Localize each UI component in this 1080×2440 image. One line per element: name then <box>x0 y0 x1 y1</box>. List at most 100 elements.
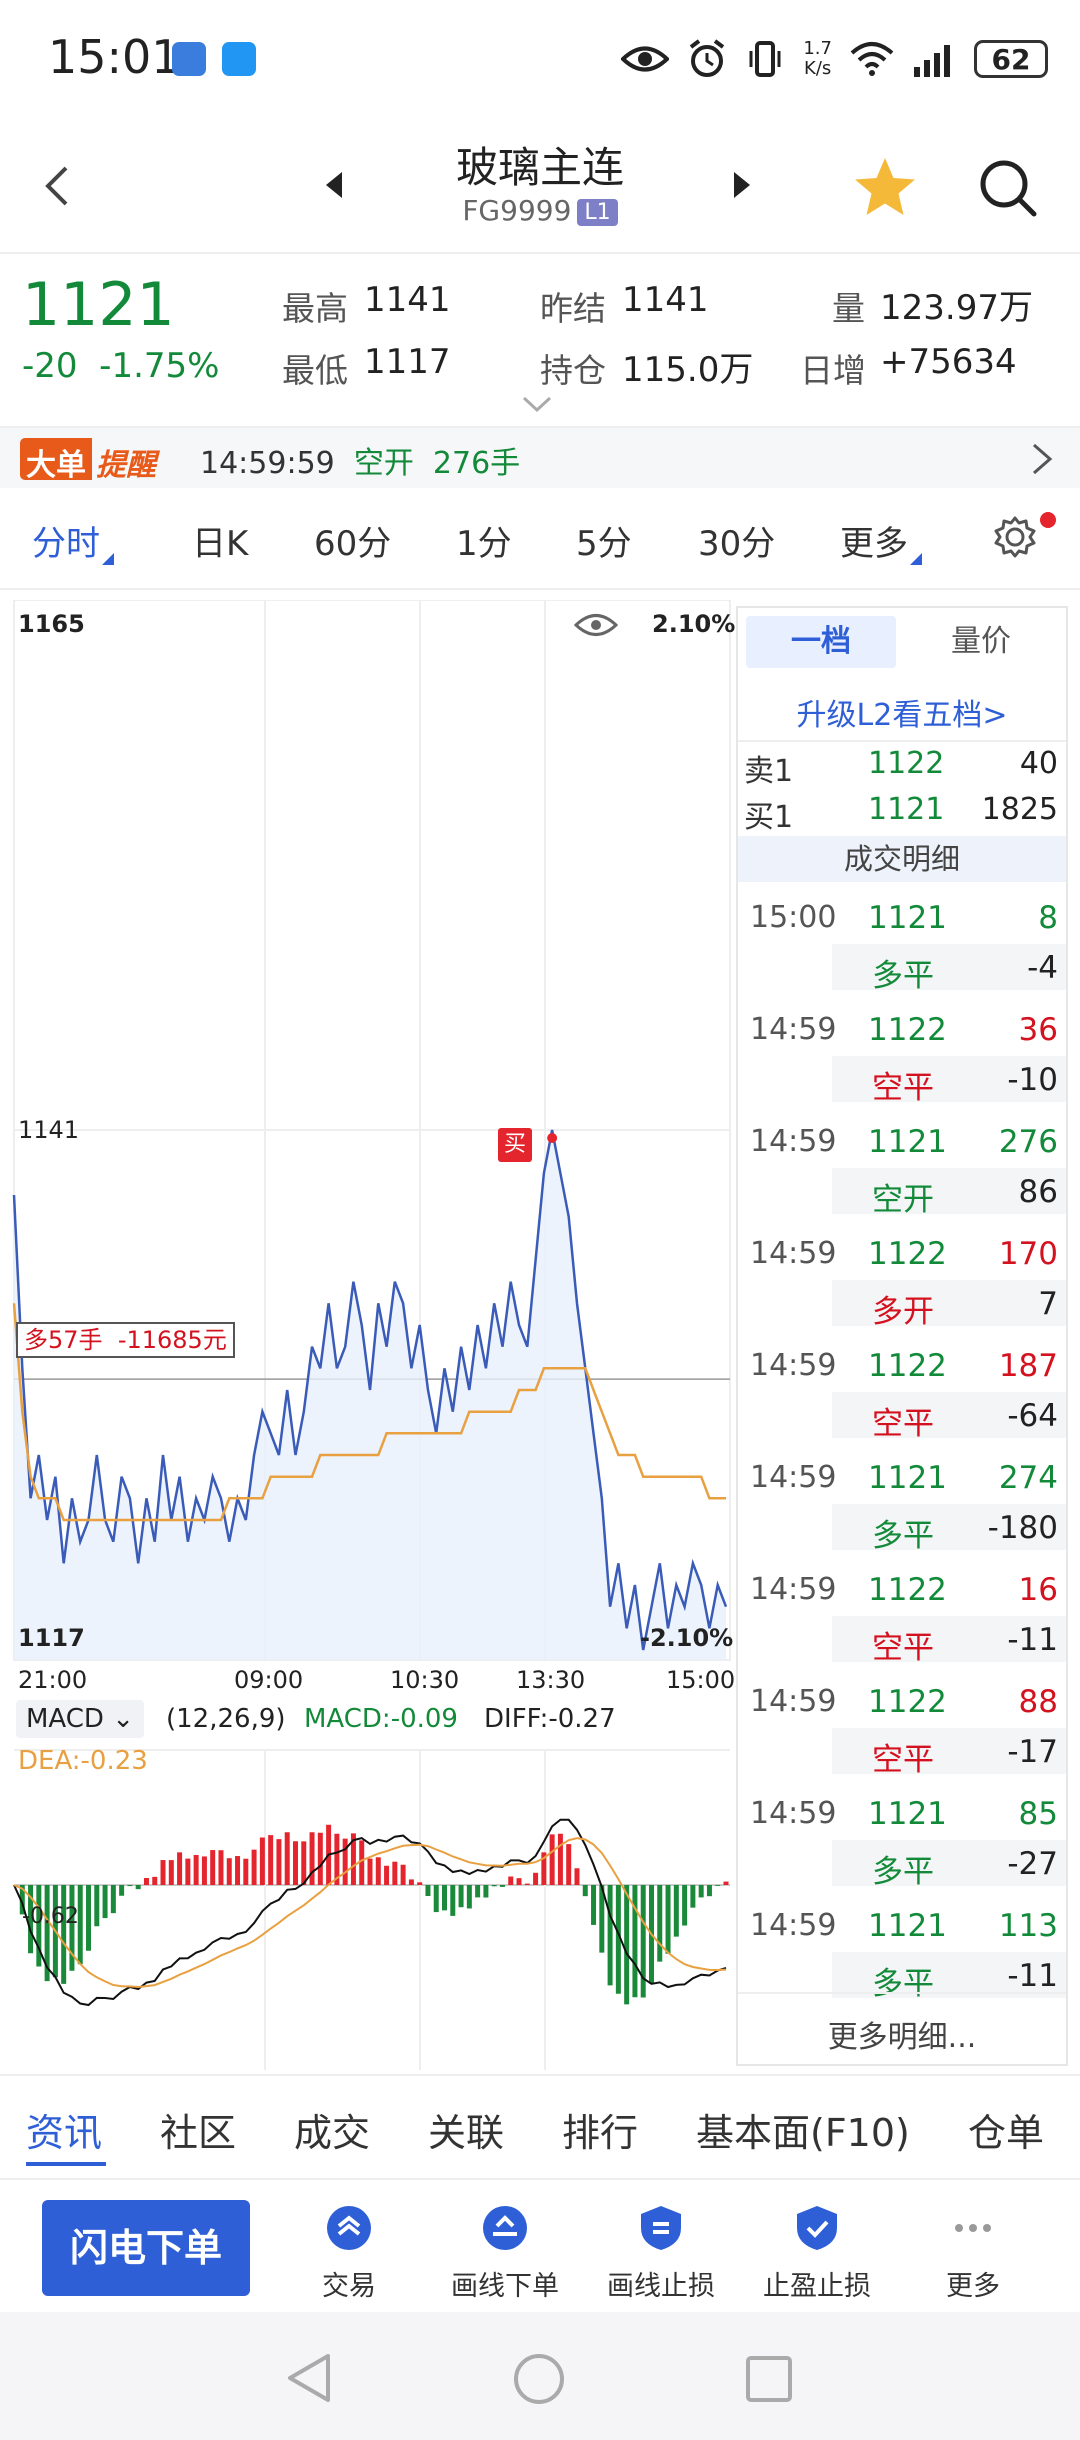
trade-price: 1121 <box>868 1908 947 1944</box>
chevron-right-icon[interactable] <box>1030 442 1054 476</box>
trade-row: 14:59 1122 16 空平 -11 <box>738 1562 1066 1666</box>
trade-type: 多平 <box>872 958 934 994</box>
tab-fundamentals[interactable]: 基本面(F10) <box>696 2102 910 2157</box>
trade-type: 多平 <box>872 1854 934 1890</box>
x-tick-label: 21:00 <box>18 1666 88 1694</box>
trade-price: 1121 <box>868 1796 947 1832</box>
trade-row: 14:59 1122 170 多开 7 <box>738 1226 1066 1330</box>
trade-oi-change: -180 <box>987 1510 1058 1546</box>
tab-more[interactable]: 更多 <box>840 516 922 565</box>
trade-price: 1121 <box>868 1460 947 1496</box>
trade-type: 空平 <box>872 1630 934 1666</box>
x-tick-label: 15:00 <box>666 1666 736 1694</box>
trade-volume: 36 <box>1018 1012 1058 1048</box>
eye-toggle-icon[interactable] <box>574 610 618 640</box>
more-button[interactable]: 更多 <box>898 2204 1048 2303</box>
tab-intraday[interactable]: 分时 <box>32 516 114 565</box>
order-book-panel: 一档 量价 升级L2看五档> 卖1 1122 40 买1 1121 1825 成… <box>736 606 1068 2066</box>
status-bar: 15:01 1.7 K/s 62 <box>0 0 1080 120</box>
alarm-icon <box>690 39 725 77</box>
trade-detail-title: 成交明细 <box>738 836 1066 882</box>
tab-1min[interactable]: 1分 <box>456 516 512 565</box>
tab-community[interactable]: 社区 <box>160 2102 236 2157</box>
draw-stoploss-icon <box>641 2206 681 2250</box>
favorite-star-icon[interactable] <box>852 154 918 220</box>
trade-oi-change: -4 <box>1027 950 1058 986</box>
intraday-chart[interactable]: 1165 2.10% 1141 1117 -2.10% 21:00 09:00 … <box>0 600 740 2070</box>
trade-row: 14:59 1121 85 多平 -27 <box>738 1786 1066 1890</box>
tab-news[interactable]: 资讯 <box>26 2102 102 2157</box>
tab-daily-k[interactable]: 日K <box>192 516 248 565</box>
draw-order-button[interactable]: 画线下单 <box>430 2204 580 2303</box>
prev-settle-label: 昨结 <box>540 289 606 328</box>
upgrade-l2-link[interactable]: 升级L2看五档> <box>738 690 1066 734</box>
period-tabs: 分时 日K 60分 1分 5分 30分 更多 <box>0 492 1080 588</box>
macd-axis-label: -0.62 <box>22 1904 79 1929</box>
tab-related[interactable]: 关联 <box>428 2102 504 2157</box>
vibrate-icon <box>749 41 781 77</box>
trade-price: 1122 <box>868 1684 947 1720</box>
trade-oi-change: -10 <box>1007 1062 1058 1098</box>
take-profit-button[interactable]: 止盈止损 <box>742 2204 892 2303</box>
alert-tag: 大单 提醒 <box>20 438 160 483</box>
active-tab-underline <box>26 2162 106 2166</box>
trade-time: 14:59 <box>750 1684 837 1719</box>
trade-button[interactable]: 交易 <box>274 2204 424 2303</box>
app-notification-icon <box>172 42 206 76</box>
instrument-title: 玻璃主连 <box>455 143 624 192</box>
macd-params: (12,26,9) <box>166 1704 286 1734</box>
alert-text: 14:59:59 空开 276手 <box>200 446 521 481</box>
tab-5min[interactable]: 5分 <box>576 516 632 565</box>
dea-value: DEA:-0.23 <box>18 1746 148 1776</box>
next-instrument-button[interactable] <box>734 172 750 198</box>
diff-value: DIFF:-0.27 <box>484 1704 616 1734</box>
draw-order-icon <box>483 2206 527 2250</box>
last-price: 1121 <box>22 270 175 340</box>
info-tabs: 资讯 社区 成交 关联 排行 基本面(F10) 仓单 <box>0 2074 1080 2174</box>
search-icon[interactable] <box>976 156 1040 220</box>
tab-level1[interactable]: 一档 <box>746 616 896 668</box>
trade-volume: 187 <box>998 1348 1058 1384</box>
pct-bottom-label: -2.10% <box>640 1624 734 1652</box>
y-bottom-label: 1117 <box>18 1624 85 1652</box>
draw-stoploss-button[interactable]: 画线止损 <box>586 2204 736 2303</box>
flash-order-button[interactable]: 闪电下单 <box>42 2200 250 2296</box>
network-speed: 1.7 K/s <box>803 38 832 79</box>
trade-type: 多平 <box>872 1518 934 1554</box>
more-details-link[interactable]: 更多明细... <box>738 2012 1066 2056</box>
system-recents-icon[interactable] <box>744 2354 794 2404</box>
trade-oi-change: 86 <box>1018 1174 1058 1210</box>
expand-caret-icon[interactable] <box>522 394 552 414</box>
trade-time: 14:59 <box>750 1348 837 1383</box>
daily-change-label: 日增 <box>800 351 866 390</box>
signal-icon <box>914 45 950 77</box>
macd-selector[interactable]: MACD ⌄ <box>16 1700 144 1738</box>
trade-oi-change: -64 <box>1007 1398 1058 1434</box>
low-value: 1117 <box>364 342 451 382</box>
tab-60min[interactable]: 60分 <box>314 516 391 565</box>
open-interest-value: 115.0万 <box>622 350 754 390</box>
trade-oi-change: -11 <box>1007 1958 1058 1994</box>
system-nav-bar <box>0 2312 1080 2440</box>
trade-type: 多平 <box>872 1966 934 2002</box>
system-home-icon[interactable] <box>512 2352 566 2406</box>
tab-volume-price[interactable]: 量价 <box>906 616 1056 668</box>
action-bar: 闪电下单 交易 画线下单 画线止损 止盈止损 更多 <box>0 2178 1080 2308</box>
trade-volume: 274 <box>998 1460 1058 1496</box>
tab-ranking[interactable]: 排行 <box>562 2102 638 2157</box>
high-value: 1141 <box>364 280 451 320</box>
wifi-icon <box>850 42 894 76</box>
tab-warehouse-receipt[interactable]: 仓单 <box>968 2102 1044 2157</box>
weather-notification-icon <box>222 42 256 76</box>
trade-price: 1122 <box>868 1012 947 1048</box>
system-back-icon[interactable] <box>284 2352 334 2404</box>
position-label[interactable]: 多57手 -11685元 <box>16 1322 235 1358</box>
buy-marker[interactable]: 买 <box>498 1128 532 1162</box>
trade-price: 1121 <box>868 1124 947 1160</box>
tab-trades[interactable]: 成交 <box>294 2102 370 2157</box>
big-order-alert[interactable]: 大单 提醒 14:59:59 空开 276手 <box>0 428 1080 488</box>
gear-icon[interactable] <box>992 514 1038 560</box>
y-top-label: 1165 <box>18 610 85 638</box>
trade-volume: 113 <box>998 1908 1058 1944</box>
tab-30min[interactable]: 30分 <box>698 516 775 565</box>
